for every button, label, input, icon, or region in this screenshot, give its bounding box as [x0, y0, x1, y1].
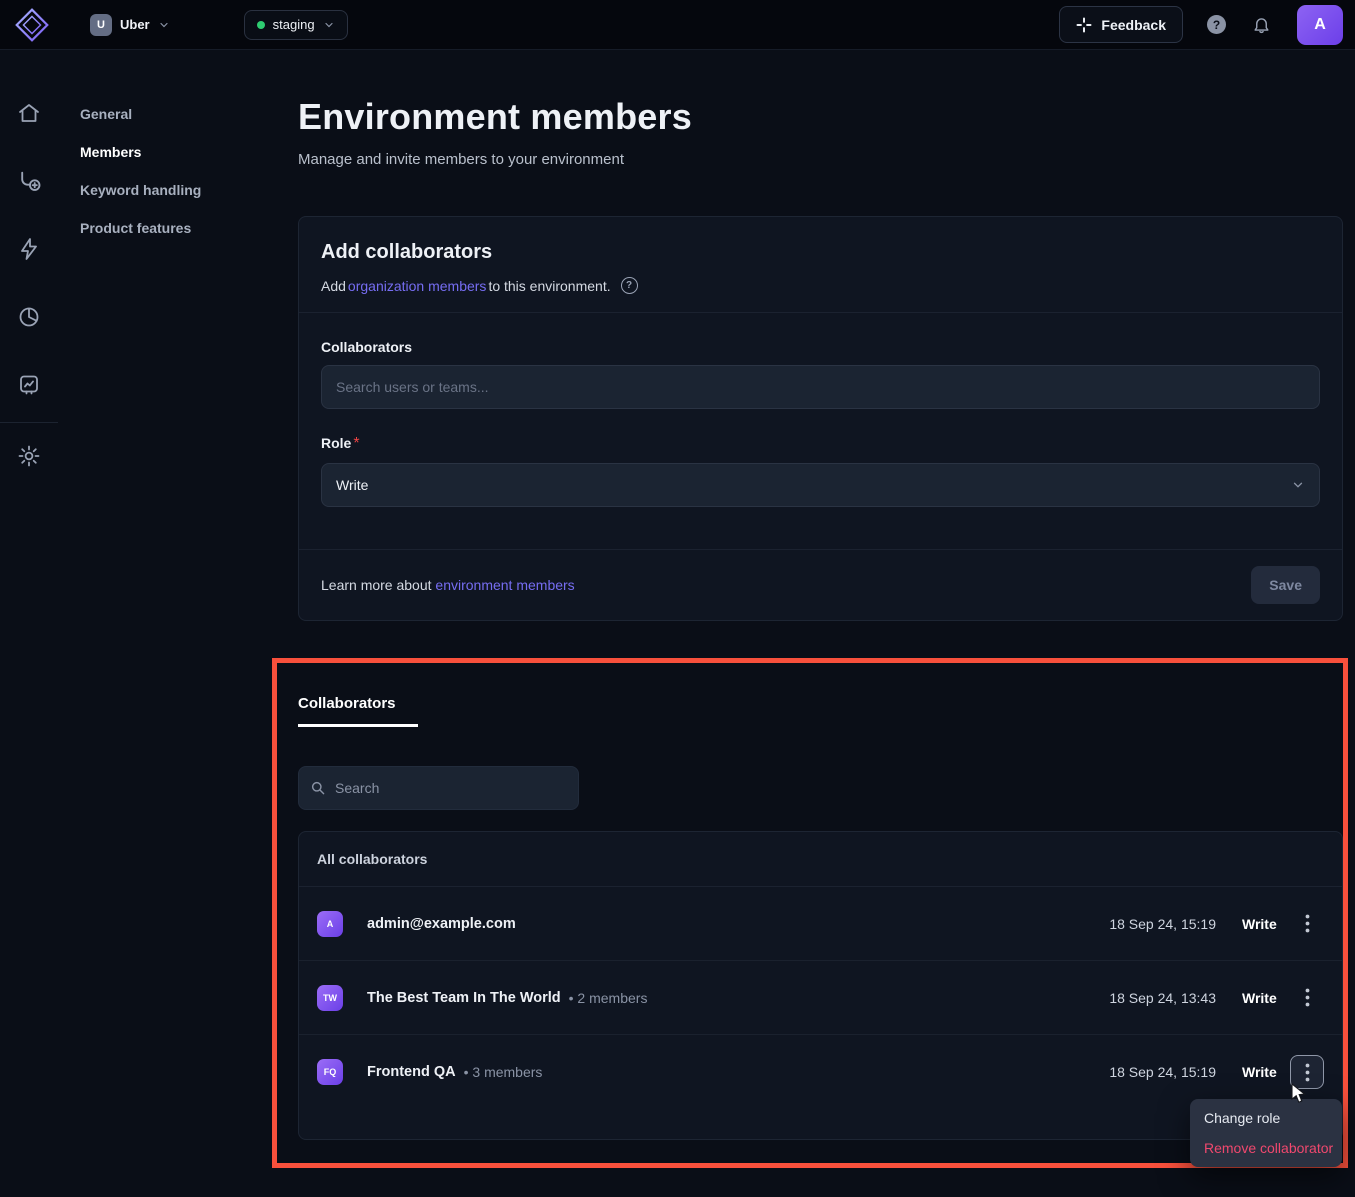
row-actions-menu: Change role Remove collaborator [1190, 1099, 1342, 1167]
save-button[interactable]: Save [1251, 566, 1320, 604]
notifications-button[interactable] [1252, 15, 1271, 34]
main-content: Environment members Manage and invite me… [298, 50, 1355, 1197]
collaborators-list-search [298, 766, 579, 810]
page-subtitle: Manage and invite members to your enviro… [298, 151, 1343, 168]
role-select[interactable]: Write [321, 463, 1320, 507]
collaborator-name: The Best Team In The World [367, 990, 561, 1006]
chevron-down-icon [323, 19, 335, 31]
chevron-down-icon [158, 19, 170, 31]
environment-selector[interactable]: staging [244, 10, 348, 40]
role-value: Write [1242, 1064, 1284, 1080]
role-field-label: Role [321, 435, 351, 451]
added-date: 18 Sep 24, 15:19 [1109, 1064, 1216, 1080]
collaborator-name: Frontend QA [367, 1064, 456, 1080]
highlight-red-box: Collaborators All collaborators A admin@… [272, 658, 1348, 1168]
subnav-item-keyword-handling[interactable]: Keyword handling [80, 182, 298, 198]
feedback-icon [1076, 17, 1092, 33]
topbar: U Uber staging Feedback ? A [0, 0, 1355, 50]
card-description: Add organization members to this environ… [321, 277, 1320, 294]
kebab-icon [1305, 914, 1310, 933]
user-avatar[interactable]: A [1297, 5, 1343, 45]
added-date: 18 Sep 24, 15:19 [1109, 916, 1216, 932]
role-value: Write [1242, 916, 1284, 932]
collaborators-search-input[interactable] [321, 365, 1320, 409]
help-button[interactable]: ? [1207, 15, 1226, 34]
feedback-label: Feedback [1101, 17, 1166, 33]
collaborators-table: All collaborators A admin@example.com 18… [298, 831, 1343, 1140]
search-input[interactable] [298, 766, 579, 810]
row-actions-button[interactable] [1290, 1055, 1324, 1089]
collaborator-members-count: • 3 members [464, 1064, 543, 1080]
chevron-down-icon [1291, 478, 1305, 492]
search-icon [310, 780, 326, 796]
avatar: A [317, 911, 343, 937]
organization-members-link[interactable]: organization members [348, 278, 487, 294]
table-row: A admin@example.com 18 Sep 24, 15:19 Wri… [299, 887, 1342, 961]
subnav-item-general[interactable]: General [80, 106, 298, 122]
pie-chart-icon[interactable] [16, 304, 42, 330]
collaborators-field-label: Collaborators [321, 339, 1320, 355]
kebab-icon [1305, 1063, 1310, 1082]
added-date: 18 Sep 24, 13:43 [1109, 990, 1216, 1006]
menu-item-change-role[interactable]: Change role [1190, 1103, 1342, 1133]
monitor-analytics-icon[interactable] [16, 372, 42, 398]
help-tooltip-icon[interactable]: ? [621, 277, 638, 294]
org-name: Uber [120, 17, 150, 32]
settings-subnav: General Members Keyword handling Product… [58, 50, 298, 1197]
org-switcher[interactable]: U Uber [90, 14, 170, 36]
row-actions-button[interactable] [1290, 981, 1324, 1015]
table-row: FQ Frontend QA • 3 members 18 Sep 24, 15… [299, 1035, 1342, 1109]
menu-item-remove-collaborator[interactable]: Remove collaborator [1190, 1133, 1342, 1163]
lightning-icon[interactable] [16, 236, 42, 262]
required-asterisk: * [353, 435, 359, 452]
learn-more-text: Learn more about environment members [321, 577, 575, 593]
table-header: All collaborators [299, 832, 1342, 887]
avatar: FQ [317, 1059, 343, 1085]
org-badge: U [90, 14, 112, 36]
kebab-icon [1305, 988, 1310, 1007]
bell-icon [1252, 15, 1271, 34]
feedback-button[interactable]: Feedback [1059, 6, 1183, 43]
role-selected-value: Write [336, 477, 368, 493]
table-row: TW The Best Team In The World • 2 member… [299, 961, 1342, 1035]
env-status-dot [257, 21, 265, 29]
environment-members-link[interactable]: environment members [435, 577, 574, 593]
avatar: TW [317, 985, 343, 1011]
env-name: staging [273, 17, 315, 32]
add-collaborators-card: Add collaborators Add organization membe… [298, 216, 1343, 621]
page-title: Environment members [298, 96, 1343, 138]
app-logo-icon[interactable] [12, 5, 52, 45]
question-icon: ? [1213, 18, 1220, 32]
subnav-item-members[interactable]: Members [80, 144, 298, 160]
sidebar-divider [0, 422, 58, 423]
keyword-add-icon[interactable] [16, 168, 42, 194]
role-value: Write [1242, 990, 1284, 1006]
subnav-item-product-features[interactable]: Product features [80, 220, 298, 236]
home-icon[interactable] [16, 100, 42, 126]
collaborator-name: admin@example.com [367, 916, 516, 932]
tab-collaborators[interactable]: Collaborators [298, 695, 418, 727]
row-actions-button[interactable] [1290, 907, 1324, 941]
settings-gear-icon[interactable] [16, 443, 42, 469]
collaborator-members-count: • 2 members [569, 990, 648, 1006]
icon-sidebar [0, 50, 58, 1197]
card-title: Add collaborators [321, 241, 1320, 264]
